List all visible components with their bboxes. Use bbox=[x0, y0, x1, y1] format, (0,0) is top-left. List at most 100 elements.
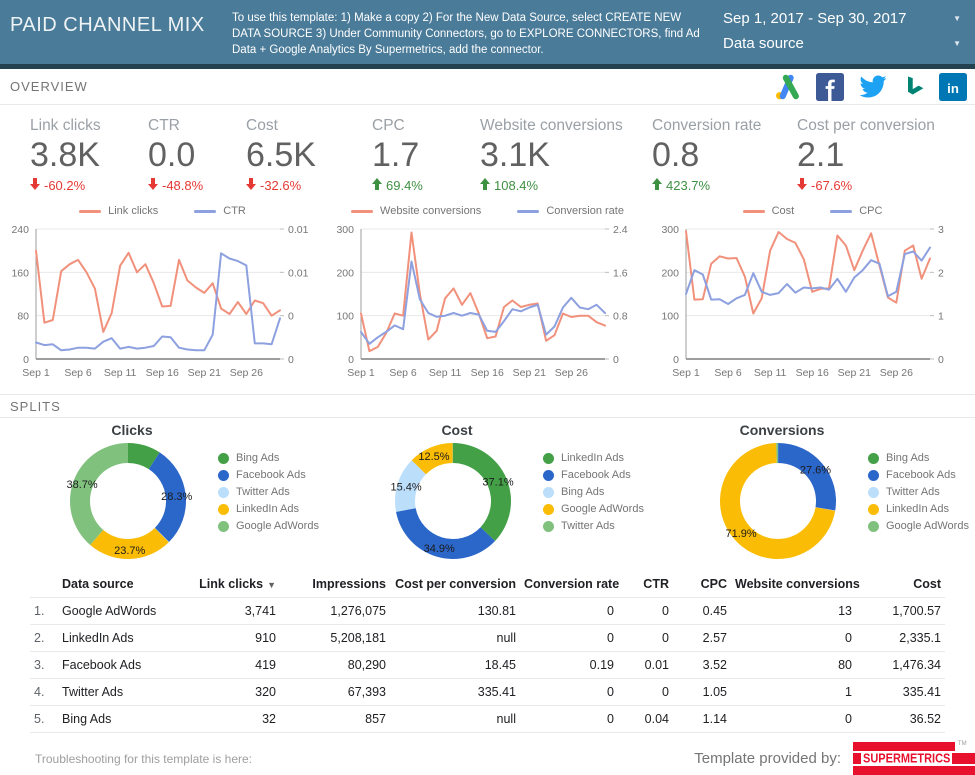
legend-swatch bbox=[194, 210, 216, 213]
svg-text:160: 160 bbox=[11, 267, 29, 279]
arrow-up-icon bbox=[480, 178, 490, 193]
cell-data-source: Twitter Ads bbox=[58, 679, 188, 706]
bing-icon bbox=[902, 73, 926, 101]
svg-text:300: 300 bbox=[336, 224, 354, 236]
donut-slice-facebook-ads bbox=[778, 443, 836, 511]
cell-data-source: Bing Ads bbox=[58, 706, 188, 733]
legend-item: Twitter Ads bbox=[218, 486, 319, 498]
legend-label: Bing Ads bbox=[236, 452, 279, 464]
kpi-value: 3.8K bbox=[30, 136, 148, 175]
kpi-delta: -48.8% bbox=[148, 178, 246, 193]
column-header-cpc[interactable]: CPC bbox=[673, 570, 731, 598]
column-header-data-source[interactable]: Data source bbox=[58, 570, 188, 598]
cell-value: 0 bbox=[520, 679, 618, 706]
svg-text:0.01: 0.01 bbox=[288, 267, 309, 279]
column-header-impressions[interactable]: Impressions bbox=[280, 570, 390, 598]
legend-label: Google AdWords bbox=[561, 503, 644, 515]
kpi-delta-value: 423.7% bbox=[666, 178, 710, 193]
date-range-value: Sep 1, 2017 - Sep 30, 2017 bbox=[723, 10, 906, 27]
kpi-value: 3.1K bbox=[480, 136, 652, 175]
legend-label: Bing Ads bbox=[561, 486, 604, 498]
legend-item: Google AdWords bbox=[218, 520, 319, 532]
column-header-conversion-rate[interactable]: Conversion rate bbox=[520, 570, 618, 598]
overview-section-label: OVERVIEW bbox=[10, 79, 88, 94]
svg-text:Sep 16: Sep 16 bbox=[471, 367, 504, 379]
donut-block: Cost37.1%34.9%15.4%12.5% bbox=[387, 422, 527, 568]
legend-swatch bbox=[79, 210, 101, 213]
donut-slice-google-adwords bbox=[70, 443, 128, 545]
kpi-value: 2.1 bbox=[797, 136, 957, 175]
arrow-down-icon bbox=[246, 178, 256, 193]
svg-text:Sep 26: Sep 26 bbox=[555, 367, 588, 379]
donut-svg: 27.6%71.9% bbox=[712, 439, 852, 565]
legend-label: Twitter Ads bbox=[236, 486, 290, 498]
data-source-selector[interactable]: Data source ▼ bbox=[717, 31, 967, 56]
cell-value: 13 bbox=[731, 598, 856, 625]
legend-dot bbox=[543, 453, 554, 464]
kpi-delta-value: 69.4% bbox=[386, 178, 423, 193]
svg-text:0: 0 bbox=[288, 354, 294, 366]
column-header-link-clicks[interactable]: Link clicks▼ bbox=[188, 570, 280, 598]
channel-icons: in bbox=[773, 73, 967, 101]
legend-label: CTR bbox=[223, 205, 246, 217]
svg-text:100: 100 bbox=[661, 311, 679, 323]
kpi-card-cost: Cost6.5K-32.6% bbox=[246, 117, 372, 199]
svg-text:Sep 11: Sep 11 bbox=[429, 367, 462, 379]
kpi-label: CPC bbox=[372, 117, 480, 135]
legend-dot bbox=[868, 470, 879, 481]
donut-chart-cost: Cost37.1%34.9%15.4%12.5%LinkedIn AdsFace… bbox=[325, 418, 650, 568]
legend-label: Google AdWords bbox=[236, 520, 319, 532]
kpi-delta-value: -32.6% bbox=[260, 178, 301, 193]
legend-dot bbox=[218, 504, 229, 515]
overview-section-header: OVERVIEW in bbox=[0, 69, 975, 105]
table-row: 1.Google AdWords3,7411,276,075130.81000.… bbox=[30, 598, 945, 625]
arrow-up-icon bbox=[372, 178, 382, 193]
cell-value: 0 bbox=[520, 625, 618, 652]
line-chart-conversions-rate: Website conversionsConversion rate3002.4… bbox=[325, 201, 650, 391]
svg-text:0: 0 bbox=[288, 311, 294, 323]
svg-text:Sep 26: Sep 26 bbox=[880, 367, 913, 379]
legend-item: Bing Ads bbox=[868, 452, 969, 464]
row-index: 1. bbox=[30, 598, 58, 625]
legend-swatch bbox=[743, 210, 765, 213]
cell-value: 320 bbox=[188, 679, 280, 706]
legend-label: Facebook Ads bbox=[561, 469, 631, 481]
kpi-delta: 108.4% bbox=[480, 178, 652, 193]
legend-item: Facebook Ads bbox=[218, 469, 319, 481]
donut-slice-label: 28.3% bbox=[161, 491, 192, 503]
svg-text:100: 100 bbox=[336, 311, 354, 323]
table-row: 2.LinkedIn Ads9105,208,181null002.5702,3… bbox=[30, 625, 945, 652]
cell-value: 419 bbox=[188, 652, 280, 679]
kpi-value: 0.8 bbox=[652, 136, 797, 175]
column-header-website-conversions[interactable]: Website conversions bbox=[731, 570, 856, 598]
cell-value: 80 bbox=[731, 652, 856, 679]
line-chart-svg: 30032002100100Sep 1Sep 6Sep 11Sep 16Sep … bbox=[650, 221, 968, 383]
svg-text:Sep 1: Sep 1 bbox=[22, 367, 50, 379]
cell-value: 1,276,075 bbox=[280, 598, 390, 625]
data-table: Data sourceLink clicks▼ImpressionsCost p… bbox=[30, 570, 945, 733]
legend-label: Facebook Ads bbox=[886, 469, 956, 481]
svg-text:300: 300 bbox=[661, 224, 679, 236]
kpi-label: Cost bbox=[246, 117, 372, 135]
cell-value: 0 bbox=[731, 706, 856, 733]
column-header-cost-per-conversion[interactable]: Cost per conversion bbox=[390, 570, 520, 598]
kpi-delta-value: 108.4% bbox=[494, 178, 538, 193]
linkedin-icon: in bbox=[939, 73, 967, 101]
svg-text:1: 1 bbox=[938, 311, 944, 323]
svg-text:Sep 21: Sep 21 bbox=[513, 367, 546, 379]
table-row: 3.Facebook Ads41980,29018.450.190.013.52… bbox=[30, 652, 945, 679]
kpi-delta: -67.6% bbox=[797, 178, 957, 193]
legend-label: LinkedIn Ads bbox=[236, 503, 299, 515]
cell-value: 67,393 bbox=[280, 679, 390, 706]
svg-text:Sep 6: Sep 6 bbox=[389, 367, 417, 379]
donut-slice-label: 12.5% bbox=[418, 451, 449, 463]
legend-item: Google AdWords bbox=[543, 503, 644, 515]
date-range-selector[interactable]: Sep 1, 2017 - Sep 30, 2017 ▼ bbox=[717, 6, 967, 31]
column-header-ctr[interactable]: CTR bbox=[618, 570, 673, 598]
column-header-cost[interactable]: Cost bbox=[856, 570, 945, 598]
donut-block: Clicks28.3%23.7%38.7% bbox=[62, 422, 202, 568]
legend-dot bbox=[868, 504, 879, 515]
kpi-delta-value: -60.2% bbox=[44, 178, 85, 193]
donut-title: Cost bbox=[387, 422, 527, 438]
legend-item: Twitter Ads bbox=[543, 520, 644, 532]
